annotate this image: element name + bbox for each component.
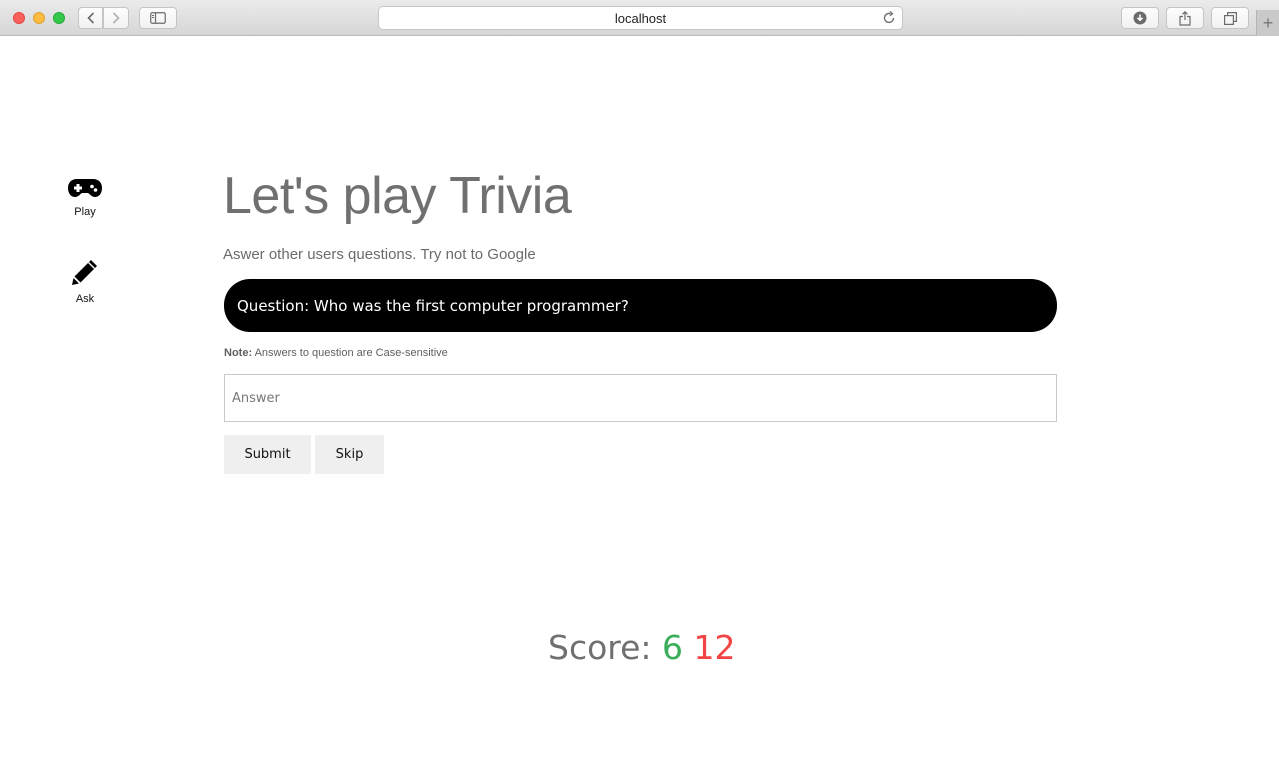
forward-button[interactable] (103, 7, 129, 29)
page-title: Let's play Trivia (223, 167, 572, 225)
close-window-button[interactable] (13, 12, 25, 24)
note-text: Answers to question are Case-sensitive (254, 347, 448, 359)
score-label: Score: (548, 628, 652, 667)
chevron-left-icon (86, 12, 94, 24)
tabs-overview-button[interactable] (1211, 7, 1249, 29)
share-icon (1179, 10, 1191, 26)
sidebar-item-ask[interactable]: Ask (55, 258, 115, 305)
sidebar-item-label: Ask (75, 293, 95, 305)
skip-button[interactable]: Skip (315, 435, 384, 474)
gamepad-icon (68, 179, 102, 197)
browser-toolbar: localhost + (0, 0, 1279, 36)
submit-button[interactable]: Submit (224, 435, 311, 474)
tabs-icon (1223, 11, 1237, 25)
sidebar-toggle-button[interactable] (139, 7, 177, 29)
score-display: Score: 6 12 (548, 628, 736, 667)
pencil-icon (72, 260, 97, 285)
wrong-count: 12 (693, 628, 736, 667)
reload-icon[interactable] (882, 11, 896, 25)
url-text: localhost (614, 10, 667, 26)
downloads-button[interactable] (1121, 7, 1159, 29)
new-tab-label: + (1262, 12, 1274, 33)
new-tab-button[interactable]: + (1256, 10, 1279, 36)
fullscreen-window-button[interactable] (53, 12, 65, 24)
sidebar-icon (150, 12, 166, 24)
question-text: Question: Who was the first computer pro… (237, 296, 629, 315)
address-bar[interactable]: localhost (378, 6, 903, 30)
note-label: Note: (224, 347, 253, 359)
correct-count: 6 (662, 628, 684, 667)
answer-input[interactable] (224, 374, 1057, 422)
share-button[interactable] (1166, 7, 1204, 29)
back-button[interactable] (78, 7, 103, 29)
question-banner: Question: Who was the first computer pro… (224, 279, 1057, 332)
sidebar-item-label: Play (74, 206, 96, 218)
sidebar-item-play[interactable]: Play (55, 178, 115, 218)
download-icon (1133, 11, 1147, 25)
case-sensitivity-note: Note: Answers to question are Case-sensi… (224, 347, 448, 359)
minimize-window-button[interactable] (33, 12, 45, 24)
page-subtitle: Aswer other users questions. Try not to … (223, 246, 536, 263)
chevron-right-icon (112, 12, 120, 24)
